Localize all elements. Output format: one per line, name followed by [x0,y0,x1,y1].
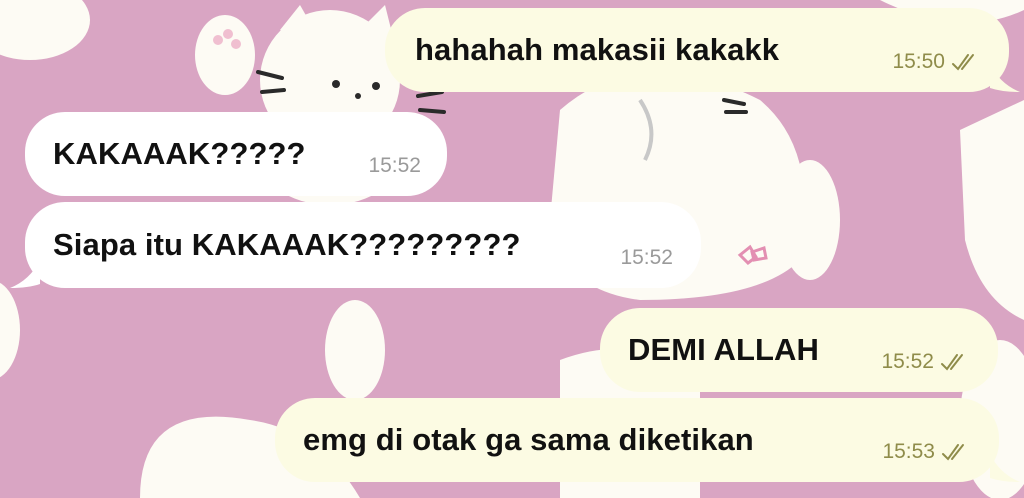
outgoing-message[interactable]: hahahah makasii kakakk 15:50 [385,8,1009,92]
chat-thread: hahahah makasii kakakk 15:50 KAKAAAK????… [0,0,1024,498]
incoming-message[interactable]: Siapa itu KAKAAAK????????? 15:52 [25,202,701,288]
bubble-tail [990,454,1020,482]
outgoing-message[interactable]: DEMI ALLAH 15:52 [600,308,998,392]
message-meta: 15:52 [620,246,673,270]
message-meta: 15:52 [368,154,421,178]
double-check-icon [942,444,964,461]
bubble-tail [10,260,40,288]
message-time: 15:52 [620,246,673,269]
message-meta: 15:53 [882,440,971,464]
message-text: hahahah makasii kakakk [415,32,780,67]
bubble-tail [990,64,1020,92]
message-time: 15:50 [892,50,945,73]
message-text: KAKAAAK????? [53,136,306,171]
message-text: DEMI ALLAH [628,332,819,367]
message-time: 15:52 [368,154,421,177]
message-meta: 15:50 [892,50,981,74]
message-meta: 15:52 [881,350,970,374]
message-time: 15:52 [881,350,934,373]
message-text: Siapa itu KAKAAAK????????? [53,227,521,262]
outgoing-message[interactable]: emg di otak ga sama diketikan 15:53 [275,398,999,482]
double-check-icon [941,354,963,371]
double-check-icon [952,54,974,71]
message-time: 15:53 [882,440,935,463]
incoming-message[interactable]: KAKAAAK????? 15:52 [25,112,447,196]
message-text: emg di otak ga sama diketikan [303,422,754,457]
